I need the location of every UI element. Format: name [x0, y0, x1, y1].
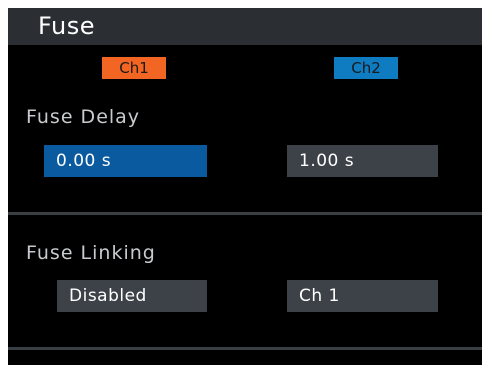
ch2-fuse-linking-field[interactable]: Ch 1	[287, 280, 438, 312]
fuse-delay-label: Fuse Delay	[26, 106, 141, 128]
ch1-fuse-linking-field[interactable]: Disabled	[57, 280, 207, 312]
section-divider	[8, 347, 482, 350]
section-divider	[8, 212, 482, 215]
ch2-fuse-delay-field[interactable]: 1.00 s	[287, 145, 438, 177]
fuse-linking-label: Fuse Linking	[26, 242, 156, 264]
fuse-settings-screen: Fuse Ch1 Ch2 Fuse Delay 0.00 s 1.00 s Fu…	[8, 8, 482, 365]
page-title: Fuse	[38, 12, 95, 40]
ch1-fuse-delay-field[interactable]: 0.00 s	[44, 145, 207, 177]
title-bar: Fuse	[8, 8, 482, 45]
ch2-header: Ch2	[334, 57, 398, 79]
ch1-header: Ch1	[102, 57, 166, 79]
